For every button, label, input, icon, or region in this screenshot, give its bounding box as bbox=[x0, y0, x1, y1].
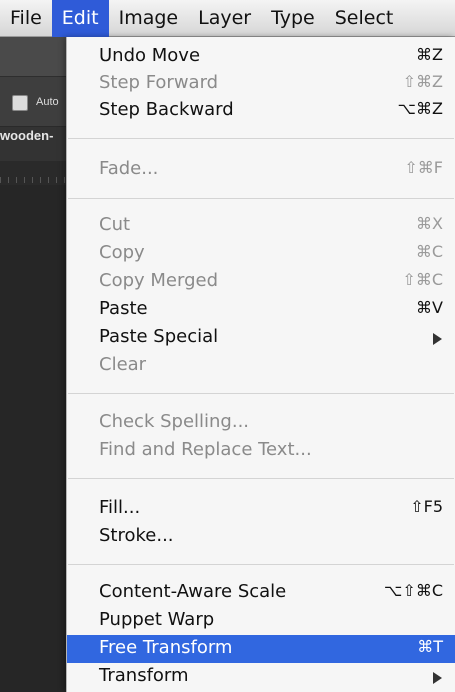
menu-separator bbox=[68, 198, 454, 199]
menu-item-clear: Clear bbox=[99, 354, 147, 375]
menu-bar: File Edit Image Layer Type Select bbox=[0, 0, 455, 37]
menu-file[interactable]: File bbox=[0, 0, 52, 37]
menu-separator bbox=[68, 564, 454, 565]
menu-item-copy: Copy ⌘C bbox=[99, 242, 443, 263]
menu-separator bbox=[68, 478, 454, 479]
menu-item-find-replace-text: Find and Replace Text... bbox=[99, 439, 312, 460]
shortcut-paste: ⌘V bbox=[416, 298, 443, 317]
menu-item-fill[interactable]: Fill... ⇧F5 bbox=[67, 495, 455, 523]
shortcut-cut: ⌘X bbox=[416, 214, 443, 233]
shortcut-fade: ⇧⌘F bbox=[404, 158, 443, 177]
shortcut-free-transform: ⌘T bbox=[417, 637, 443, 656]
menu-item-step-backward[interactable]: Step Backward ⌥⌘Z bbox=[67, 97, 455, 125]
menu-layer[interactable]: Layer bbox=[188, 0, 261, 37]
submenu-arrow-icon bbox=[433, 672, 442, 684]
menu-item-fade: Fade... ⇧⌘F bbox=[99, 158, 443, 179]
menu-separator bbox=[68, 138, 454, 139]
shortcut-copy: ⌘C bbox=[415, 242, 443, 261]
auto-select-checkbox[interactable] bbox=[12, 95, 28, 111]
shortcut-step-forward: ⇧⌘Z bbox=[402, 72, 443, 91]
menu-item-puppet-warp[interactable]: Puppet Warp bbox=[67, 607, 455, 635]
auto-select-label: Auto bbox=[36, 96, 59, 108]
menu-item-check-spelling: Check Spelling... bbox=[99, 411, 250, 432]
menu-separator bbox=[68, 393, 454, 394]
menu-select[interactable]: Select bbox=[325, 0, 404, 37]
menu-image[interactable]: Image bbox=[109, 0, 189, 37]
shortcut-fill: ⇧F5 bbox=[410, 497, 443, 516]
shortcut-undo: ⌘Z bbox=[416, 45, 443, 64]
shortcut-content-aware-scale: ⌥⇧⌘C bbox=[383, 581, 443, 600]
menu-item-transform[interactable]: Transform bbox=[67, 663, 455, 691]
menu-item-cut: Cut ⌘X bbox=[99, 214, 443, 235]
shortcut-step-backward: ⌥⌘Z bbox=[397, 99, 443, 118]
menu-item-paste-special[interactable]: Paste Special bbox=[67, 324, 455, 352]
menu-item-paste[interactable]: Paste ⌘V bbox=[67, 296, 455, 324]
menu-item-step-forward: Step Forward ⇧⌘Z bbox=[99, 72, 443, 93]
submenu-arrow-icon bbox=[433, 333, 442, 345]
menu-item-stroke[interactable]: Stroke... bbox=[67, 523, 455, 551]
menu-item-free-transform[interactable]: Free Transform ⌘T bbox=[67, 635, 455, 663]
shortcut-copy-merged: ⇧⌘C bbox=[402, 270, 443, 289]
menu-item-content-aware-scale[interactable]: Content-Aware Scale ⌥⇧⌘C bbox=[67, 579, 455, 607]
edit-menu: Undo Move ⌘Z Step Forward ⇧⌘Z Step Backw… bbox=[66, 37, 455, 692]
document-tab[interactable]: wooden- bbox=[0, 128, 53, 143]
menu-item-copy-merged: Copy Merged ⇧⌘C bbox=[99, 270, 443, 291]
menu-item-undo-move[interactable]: Undo Move ⌘Z bbox=[67, 43, 455, 71]
menu-edit[interactable]: Edit bbox=[51, 0, 109, 37]
menu-type[interactable]: Type bbox=[261, 0, 325, 37]
